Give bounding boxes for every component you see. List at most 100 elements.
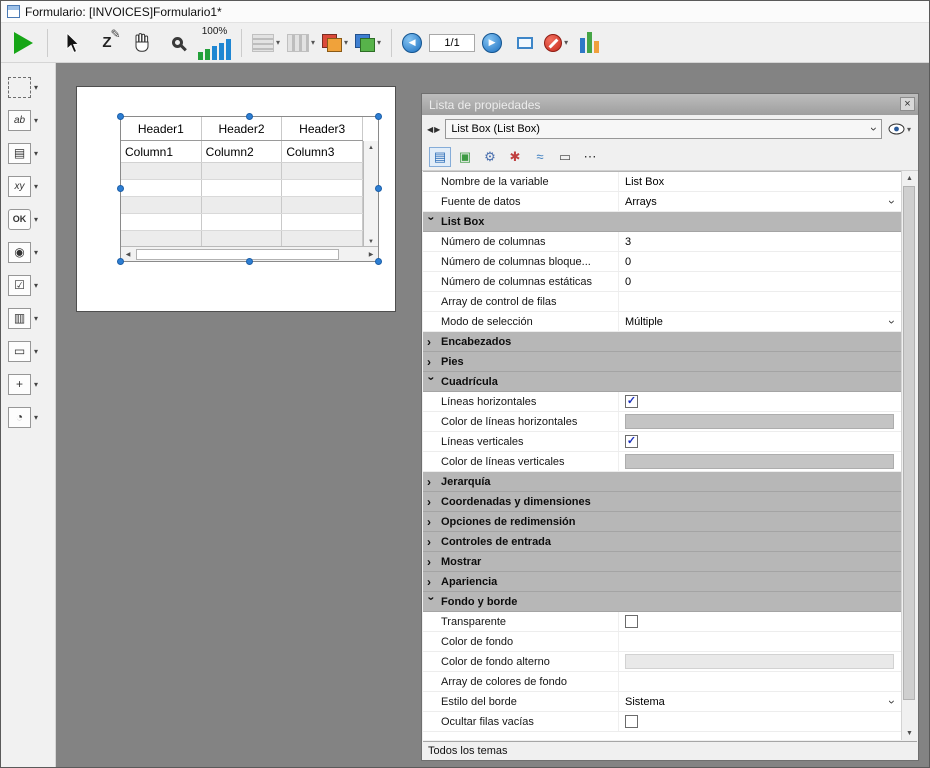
selection-tool[interactable]: ▾ <box>1 76 55 98</box>
property-row[interactable]: Color de fondo <box>423 632 901 652</box>
property-section[interactable]: ›List Box <box>423 212 901 232</box>
property-section[interactable]: ›Coordenadas y dimensiones <box>423 492 901 512</box>
property-row[interactable]: Color de líneas verticales <box>423 452 901 472</box>
scrollbar-thumb[interactable] <box>136 249 339 260</box>
color-swatch-bar[interactable] <box>625 454 894 469</box>
dropdown-arrow-icon[interactable]: ▾ <box>34 380 38 389</box>
more-icon[interactable]: ⋯ <box>579 147 601 167</box>
move-tool-button[interactable] <box>128 28 156 58</box>
property-row[interactable]: Fuente de datosArrays› <box>423 192 901 212</box>
scroll-up-icon[interactable]: ▲ <box>364 141 378 154</box>
listbox-builder-button[interactable] <box>575 28 603 58</box>
dropdown-arrow-icon[interactable]: ▾ <box>34 413 38 422</box>
title-bar[interactable]: Formulario: [INVOICES]Formulario1* <box>1 1 929 23</box>
dropdown-arrow-icon[interactable]: ▾ <box>34 83 38 92</box>
scroll-down-icon[interactable]: ▼ <box>902 726 917 740</box>
show-hide-button[interactable]: ▾ <box>886 123 913 135</box>
dropdown-arrow-icon[interactable]: ▾ <box>34 347 38 356</box>
dropdown-arrow-icon[interactable]: ▾ <box>34 248 38 257</box>
dropdown-arrow-icon[interactable]: ▾ <box>34 149 38 158</box>
property-row[interactable]: Líneas horizontales✓ <box>423 392 901 412</box>
property-row[interactable]: Ocultar filas vacías <box>423 712 901 732</box>
stepper-tool[interactable]: ◔▾ <box>1 406 55 428</box>
object-selector-dropdown[interactable]: List Box (List Box) › <box>445 119 882 139</box>
checkbox[interactable] <box>625 715 638 728</box>
form-area-tool[interactable]: ▤▾ <box>1 142 55 164</box>
listbox-tool[interactable]: ▥▾ <box>1 307 55 329</box>
selection-handle[interactable] <box>117 113 124 120</box>
next-page-button[interactable]: ▶ <box>482 33 502 53</box>
property-row[interactable]: Número de columnas estáticas0 <box>423 272 901 292</box>
selection-handle[interactable] <box>117 185 124 192</box>
entry-order-tool-button[interactable]: Z✎ <box>93 28 121 58</box>
property-panel-titlebar[interactable]: Lista de propiedades × <box>422 94 918 115</box>
property-row[interactable]: Nombre de la variableList Box <box>423 172 901 192</box>
property-section[interactable]: ›Opciones de redimensión <box>423 512 901 532</box>
zoom-bars[interactable] <box>198 39 231 60</box>
duplicate-grid-button[interactable]: ▾ <box>355 34 381 52</box>
button-tool[interactable]: OK▾ <box>1 208 55 230</box>
dropdown-arrow-icon[interactable]: ▾ <box>34 215 38 224</box>
checkbox[interactable]: ✓ <box>625 435 638 448</box>
property-row[interactable]: Array de colores de fondo <box>423 672 901 692</box>
property-section[interactable]: ›Apariencia <box>423 572 901 592</box>
move-to-level-button[interactable]: ▾ <box>322 34 348 52</box>
color-swatch-bar[interactable] <box>625 654 894 669</box>
selection-handle[interactable] <box>375 185 382 192</box>
dropdown-arrow-icon[interactable]: ▾ <box>34 116 38 125</box>
property-section[interactable]: ›Encabezados <box>423 332 901 352</box>
property-row[interactable]: Array de control de filas <box>423 292 901 312</box>
object-nav-arrows-icon[interactable]: ◀▶ <box>427 125 441 134</box>
selection-handle[interactable] <box>246 258 253 265</box>
object-screen-icon[interactable]: ▣ <box>454 147 476 167</box>
property-row[interactable]: Color de líneas horizontales <box>423 412 901 432</box>
rectangle-tool[interactable]: ▭▾ <box>1 340 55 362</box>
dropdown-arrow-icon[interactable]: ▾ <box>34 182 38 191</box>
property-row[interactable]: Número de columnas bloque...0 <box>423 252 901 272</box>
scroll-right-icon[interactable]: ▶ <box>364 251 378 258</box>
dropdown-arrow-icon[interactable]: ▾ <box>34 281 38 290</box>
selection-handle[interactable] <box>375 258 382 265</box>
property-section[interactable]: ›Jerarquía <box>423 472 901 492</box>
color-swatch-bar[interactable] <box>625 414 894 429</box>
variable-tool[interactable]: xy▾ <box>1 175 55 197</box>
checkbox[interactable] <box>625 615 638 628</box>
property-section[interactable]: ›Controles de entrada <box>423 532 901 552</box>
display-icon[interactable]: ▭ <box>554 147 576 167</box>
scrollbar-thumb[interactable] <box>903 186 915 700</box>
checkbox[interactable]: ✓ <box>625 395 638 408</box>
scroll-left-icon[interactable]: ◀ <box>121 251 135 258</box>
property-section[interactable]: ›Mostrar <box>423 552 901 572</box>
property-section[interactable]: ›Pies <box>423 352 901 372</box>
property-row[interactable]: Número de columnas3 <box>423 232 901 252</box>
property-row[interactable]: Color de fondo alterno <box>423 652 901 672</box>
input-tool[interactable]: ab▾ <box>1 109 55 131</box>
pointer-tool-button[interactable] <box>58 28 86 58</box>
selection-handle[interactable] <box>117 258 124 265</box>
form-windows-button[interactable] <box>509 28 537 58</box>
radio-tool[interactable]: ◉▾ <box>1 241 55 263</box>
property-row[interactable]: Transparente <box>423 612 901 632</box>
close-icon[interactable]: × <box>900 97 915 111</box>
scroll-up-icon[interactable]: ▲ <box>902 171 917 185</box>
property-row[interactable]: Líneas verticales✓ <box>423 432 901 452</box>
splitter-tool[interactable]: +▾ <box>1 373 55 395</box>
theme-list-icon[interactable]: ▤ <box>429 147 451 167</box>
execute-form-button[interactable] <box>9 28 37 58</box>
previous-page-button[interactable]: ◀ <box>402 33 422 53</box>
dropdown-arrow-icon[interactable]: ▾ <box>34 314 38 323</box>
listbox-object[interactable]: Header1Header2Header3 Column1Column2Colu… <box>120 116 379 262</box>
property-scrollbar[interactable]: ▲ ▼ <box>901 171 917 740</box>
property-row[interactable]: Estilo del bordeSistema› <box>423 692 901 712</box>
action-icon[interactable]: ✱ <box>504 147 526 167</box>
selection-handle[interactable] <box>375 113 382 120</box>
property-row[interactable]: Modo de selecciónMúltiple› <box>423 312 901 332</box>
property-section[interactable]: ›Fondo y borde <box>423 592 901 612</box>
chart-icon[interactable]: ≈ <box>529 147 551 167</box>
stop-conditions-button[interactable]: ▾ <box>544 34 568 52</box>
form-page[interactable]: Header1Header2Header3 Column1Column2Colu… <box>76 86 396 312</box>
listbox-vertical-scrollbar[interactable]: ▲ ▼ <box>363 141 378 248</box>
gear-icon[interactable]: ⚙ <box>479 147 501 167</box>
selection-handle[interactable] <box>246 113 253 120</box>
zoom-tool-button[interactable] <box>163 28 191 58</box>
